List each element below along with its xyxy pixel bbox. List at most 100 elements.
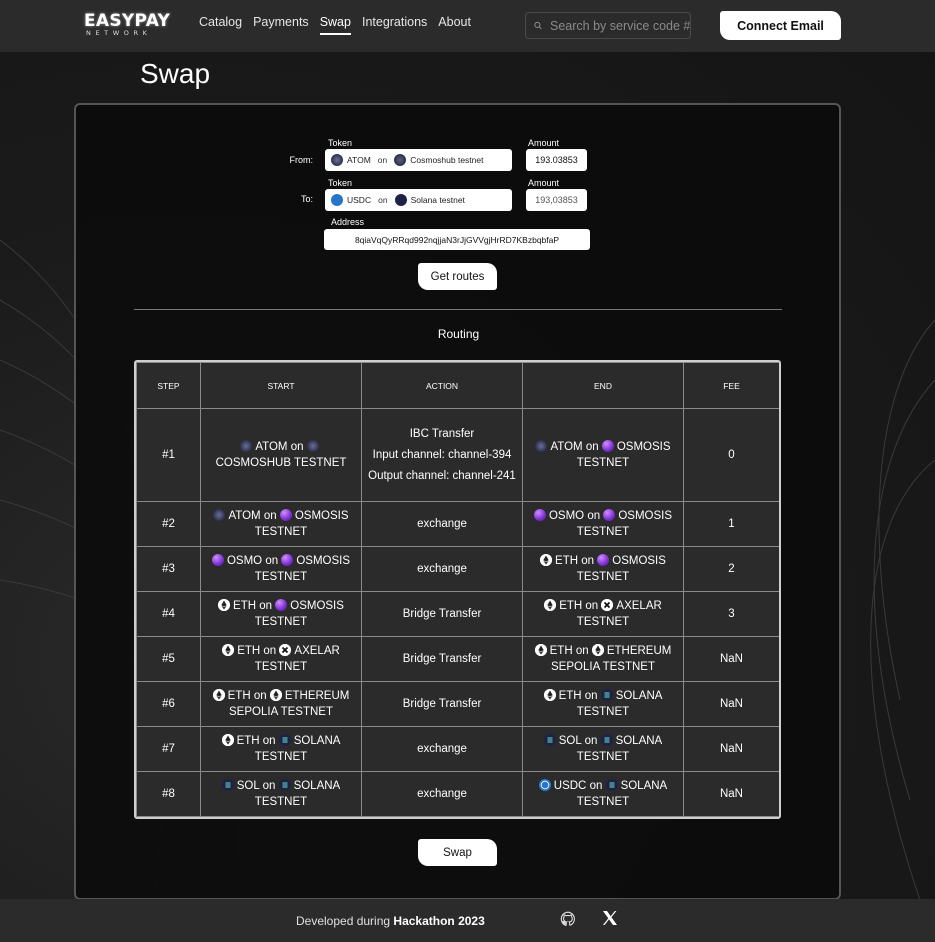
end-on: on [589, 780, 603, 792]
eth-icon [534, 644, 547, 656]
from-amount-label: Amount [528, 138, 560, 148]
footer: Developed during Hackathon 2023 [0, 899, 935, 942]
end-cell: ETH on AXELAR TESTNET [522, 591, 684, 637]
search-input[interactable] [550, 18, 690, 33]
start-token: ETH [233, 600, 257, 612]
usdc-icon [331, 194, 343, 206]
axelar-icon [601, 599, 614, 611]
start-on: on [290, 441, 304, 453]
logo[interactable]: EASYPAY NETWORK [84, 11, 170, 37]
footer-hackathon: Hackathon 2023 [393, 914, 485, 928]
usdc-icon [538, 779, 551, 791]
nav-about[interactable]: About [438, 15, 471, 35]
fee-text: 1 [728, 518, 735, 530]
step-cell: #4 [136, 591, 201, 637]
start-cell: SOL on SOLANA TESTNET [200, 771, 362, 817]
swap-button[interactable]: Swap [418, 839, 497, 866]
footer-text: Developed during Hackathon 2023 [296, 914, 485, 928]
end-token: ATOM [550, 441, 583, 453]
action-text: Bridge Transfer [402, 653, 482, 665]
action-text: exchange [417, 563, 467, 575]
start-token: ETH [237, 645, 261, 657]
cosmoshub-icon [394, 154, 407, 166]
eth-icon [218, 599, 231, 611]
from-on-word: on [377, 155, 388, 165]
fee-cell: 0 [683, 408, 779, 502]
address-input[interactable]: 8qiaVqQyRRqd992nqjjaN3rJjGVVgjHrRD7KBzbq… [324, 229, 590, 250]
fee-text: NaN [719, 698, 743, 710]
header-fee: FEE [683, 362, 779, 409]
table-row: #6 ETH on ETHEREUM SEPOLIA TESTNET Bridge … [136, 681, 779, 727]
step-cell: #1 [136, 408, 201, 502]
header-step: STEP [136, 362, 201, 409]
nav-payments[interactable]: Payments [253, 15, 309, 35]
footer-prefix: Developed during [296, 914, 394, 928]
eth-icon [212, 689, 225, 701]
action-cell: Bridge Transfer [361, 591, 523, 637]
from-chain-name: Cosmoshub testnet [410, 155, 484, 165]
get-routes-button[interactable]: Get routes [418, 263, 497, 290]
nav-catalog[interactable]: Catalog [199, 15, 242, 35]
table-row: #3 OSMO on OSMOSIS TESTNET exchange ETH on … [136, 546, 779, 592]
table-row: #4 ETH on OSMOSIS TESTNET Bridge Transfer E… [136, 591, 779, 637]
action-text: exchange [417, 518, 467, 530]
osmosis-icon [597, 554, 610, 566]
eth-icon [543, 689, 556, 701]
connect-email-button[interactable]: Connect Email [720, 11, 841, 40]
github-icon[interactable] [560, 911, 576, 927]
from-amount-input[interactable]: 193.03853 [526, 149, 587, 171]
step-text: #8 [162, 788, 175, 800]
start-cell: ETH on ETHEREUM SEPOLIA TESTNET [200, 681, 362, 727]
to-label: To: [300, 194, 313, 204]
search-box [525, 12, 691, 39]
end-cell: ETH on OSMOSIS TESTNET [522, 546, 684, 592]
end-cell: ATOM on OSMOSIS TESTNET [522, 408, 684, 502]
end-cell: ETH on ETHEREUM SEPOLIA TESTNET [522, 636, 684, 682]
step-text: #3 [162, 563, 175, 575]
osmosis-icon [275, 599, 288, 611]
ethereum-icon [269, 689, 282, 701]
sol-icon [543, 734, 556, 746]
table-row: #1 ATOM on COSMOSHUB TESTNET IBC Transfer I… [136, 408, 779, 502]
header-end: END [522, 362, 684, 409]
start-token: ATOM [255, 441, 288, 453]
step-text: #7 [162, 743, 175, 755]
axelar-icon [279, 644, 292, 656]
osmo-icon [211, 554, 224, 566]
end-token: ETH [549, 645, 573, 657]
end-token: ETH [558, 690, 582, 702]
x-icon[interactable] [602, 910, 618, 926]
fee-cell: 3 [683, 591, 779, 637]
table-row: #8 SOL on SOLANA TESTNET exchange USDC on S… [136, 771, 779, 817]
start-token: ATOM [228, 510, 261, 522]
start-cell: ATOM on COSMOSHUB TESTNET [200, 408, 362, 502]
start-on: on [265, 555, 279, 567]
step-cell: #3 [136, 546, 201, 592]
to-token-select[interactable]: USDC on Solana testnet [325, 189, 512, 211]
routing-table-body: #1 ATOM on COSMOSHUB TESTNET IBC Transfer I… [136, 408, 779, 817]
fee-text: 2 [728, 563, 735, 575]
nav-integrations[interactable]: Integrations [362, 15, 427, 35]
end-on: on [585, 600, 599, 612]
start-cell: ETH on SOLANA TESTNET [200, 726, 362, 772]
end-on: on [585, 441, 599, 453]
nav-swap[interactable]: Swap [319, 15, 351, 35]
solana-icon [605, 779, 618, 791]
to-amount-input[interactable]: 193,03853 [526, 189, 587, 211]
from-token-select[interactable]: ATOM on Cosmoshub testnet [325, 149, 512, 171]
action-cell: IBC Transfer Input channel: channel-394 Ou… [361, 408, 523, 502]
eth-icon [544, 599, 557, 611]
start-cell: ATOM on OSMOSIS TESTNET [200, 501, 362, 547]
osmosis-icon [281, 554, 294, 566]
step-text: #5 [162, 653, 175, 665]
header-action: ACTION [361, 362, 523, 409]
to-amount-label: Amount [528, 178, 560, 188]
end-token: USDC [553, 780, 587, 792]
start-on: on [262, 780, 276, 792]
top-navbar: EASYPAY NETWORK Catalog Payments Swap In… [0, 0, 935, 52]
action-text: exchange [417, 743, 467, 755]
action-line: IBC Transfer [409, 428, 475, 440]
end-token: OSMO [548, 510, 585, 522]
fee-cell: NaN [683, 726, 779, 772]
table-row: #5 ETH on AXELAR TESTNET Bridge Transfer ET… [136, 636, 779, 682]
